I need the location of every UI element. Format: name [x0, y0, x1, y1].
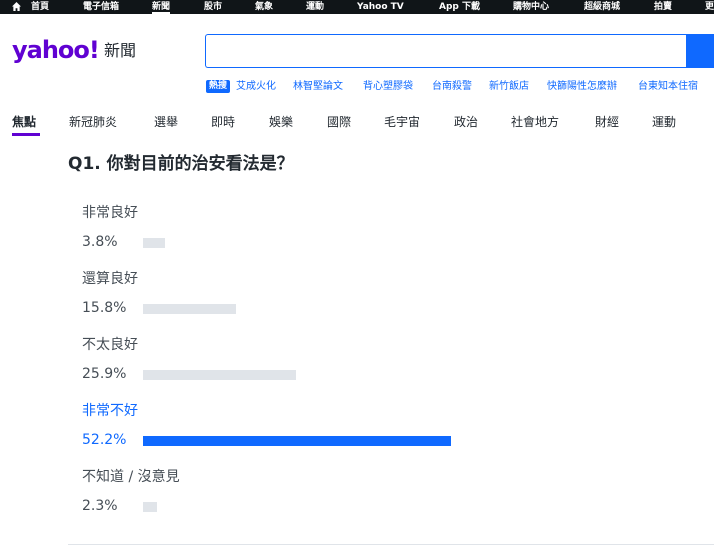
nav-item-politics[interactable]: 政治	[454, 114, 478, 130]
poll-option-percent: 52.2%	[82, 432, 127, 448]
search-button[interactable]	[686, 34, 714, 68]
poll-option-percent: 15.8%	[82, 300, 127, 316]
nav-item-covid[interactable]: 新冠肺炎	[69, 114, 117, 130]
poll-option-bar	[143, 502, 157, 512]
nav-item-realtime[interactable]: 即時	[211, 114, 235, 130]
nav-item-focus[interactable]: 焦點	[12, 114, 36, 130]
topnav-sports[interactable]: 運動	[306, 0, 324, 14]
topnav-weather[interactable]: 氣象	[255, 0, 273, 14]
search-input[interactable]	[205, 34, 695, 68]
yahoo-logo[interactable]: yahoo!	[12, 36, 100, 64]
trending-item[interactable]: 艾成火化	[236, 80, 276, 94]
topnav-news[interactable]: 新聞	[152, 0, 171, 14]
nav-item-sports[interactable]: 運動	[652, 114, 676, 130]
poll-option-label: 還算良好	[82, 271, 138, 287]
nav-item-election[interactable]: 選舉	[154, 114, 178, 130]
poll-option-label: 非常不好	[82, 403, 138, 419]
trending-item[interactable]: 台東知本住宿	[638, 80, 698, 94]
poll-option-bar	[143, 304, 236, 314]
topnav-mail[interactable]: 電子信箱	[83, 0, 119, 14]
topnav-finance[interactable]: 股市	[204, 0, 222, 14]
trending-item[interactable]: 背心塑膠袋	[363, 80, 413, 94]
poll-option-bar	[143, 370, 296, 380]
nav-item-finance[interactable]: 財經	[595, 114, 619, 130]
poll-option-label: 不知道 / 沒意見	[82, 469, 180, 485]
trending-item[interactable]: 林智堅論文	[293, 80, 343, 94]
poll-option-label: 不太良好	[82, 337, 138, 353]
divider	[68, 544, 714, 545]
nav-item-society[interactable]: 社會地方	[511, 114, 559, 130]
poll-option-percent: 3.8%	[82, 234, 118, 250]
trending-item[interactable]: 新竹飯店	[489, 80, 529, 94]
trending-badge: 熱搜	[206, 80, 231, 93]
topnav-more[interactable]: 更	[705, 0, 714, 14]
poll-option-percent: 25.9%	[82, 366, 127, 382]
poll-option-bar	[143, 238, 165, 248]
poll-option-percent: 2.3%	[82, 498, 118, 514]
topnav-app[interactable]: App 下載	[439, 0, 480, 14]
trending-item[interactable]: 台南殺警	[432, 80, 472, 94]
trending-item[interactable]: 快篩陽性怎麼辦	[547, 80, 617, 94]
poll-option-bar	[143, 436, 451, 446]
topnav-home[interactable]: 首頁	[31, 0, 49, 14]
nav-item-world[interactable]: 國際	[327, 114, 351, 130]
topnav-auction[interactable]: 拍賣	[654, 0, 672, 14]
topnav-shopping[interactable]: 購物中心	[513, 0, 549, 14]
logo-section[interactable]: 新聞	[104, 40, 136, 62]
top-nav-bar: 首頁 電子信箱 新聞 股市 氣象 運動 Yahoo TV App 下載 購物中心…	[0, 0, 714, 14]
poll-option-label: 非常良好	[82, 205, 138, 221]
poll-question: Q1. 你對目前的治安看法是？	[68, 154, 294, 174]
nav-item-pets[interactable]: 毛宇宙	[384, 114, 420, 130]
nav-item-entertainment[interactable]: 娛樂	[269, 114, 293, 130]
home-icon	[12, 2, 21, 11]
topnav-mall[interactable]: 超級商城	[584, 0, 620, 14]
nav-active-indicator	[12, 133, 40, 136]
topnav-tv[interactable]: Yahoo TV	[357, 0, 404, 14]
